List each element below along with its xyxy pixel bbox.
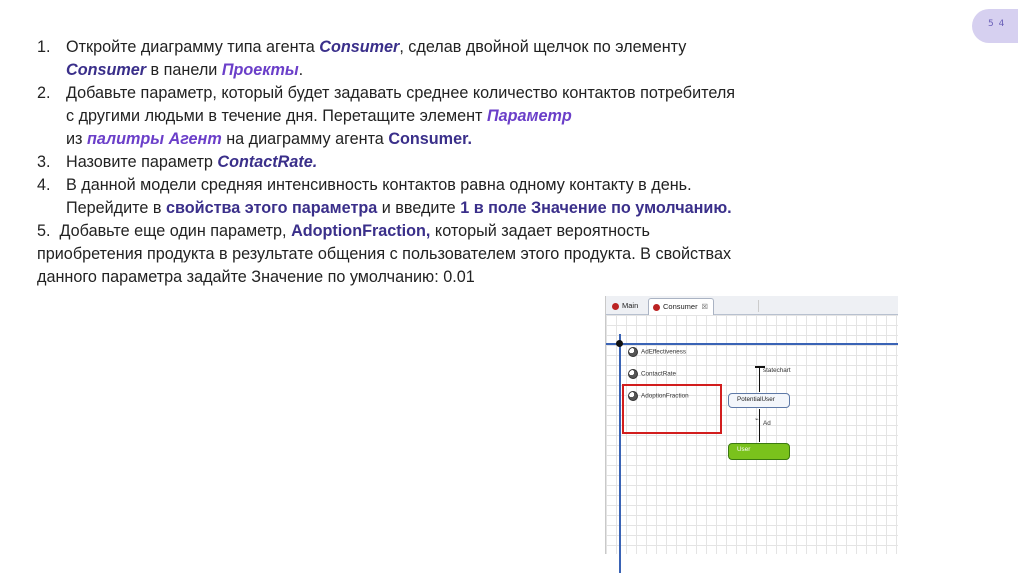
transition-label: Ad — [763, 420, 771, 427]
statechart-label: statechart — [763, 367, 791, 374]
emphasis: AdoptionFraction, — [291, 222, 431, 240]
item-number: 1. — [37, 38, 51, 56]
parameter-icon — [628, 347, 638, 357]
emphasis: 1 в поле Значение по умолчанию. — [460, 199, 732, 217]
emphasis: Consumer — [66, 61, 147, 79]
item-text: . — [298, 61, 304, 79]
divider — [758, 300, 759, 312]
parameter-contact-rate[interactable]: ContactRate — [628, 369, 676, 379]
agent-icon — [653, 303, 660, 311]
list-item: 1. Откройте диаграмму типа агента Consum… — [37, 36, 737, 82]
diagram-canvas[interactable]: AdEffectiveness ContactRate AdoptionFrac… — [606, 315, 898, 573]
item-text: на диаграмму агента — [221, 130, 389, 148]
list-item: 2. Добавьте параметр, который будет зада… — [37, 82, 737, 151]
highlight-box — [622, 384, 722, 434]
emphasis: Consumer — [319, 38, 400, 56]
item-text: , сделав двойной щелчок по элементу — [399, 38, 687, 56]
transition-arrow[interactable] — [759, 409, 760, 442]
emphasis: Параметр — [486, 107, 572, 125]
close-icon[interactable]: ☒ — [702, 304, 708, 311]
emphasis: Проекты — [221, 61, 299, 79]
transition-icon: ⌁ — [755, 417, 759, 423]
axis-horizontal — [606, 343, 898, 345]
origin-dot — [616, 340, 623, 347]
tab-label: Main — [622, 301, 639, 310]
list-item: 3. Назовите параметр ContactRate. — [37, 151, 737, 174]
item-text: из — [66, 130, 87, 148]
item-text: Добавьте параметр, который будет задават… — [66, 84, 736, 125]
list-item: 5. Добавьте еще один параметр, AdoptionF… — [37, 220, 737, 289]
emphasis: палитры Агент — [86, 130, 222, 148]
agent-icon — [612, 302, 619, 310]
emphasis: Consumer. — [388, 130, 472, 148]
list-item: 4. В данной модели средняя интенсивность… — [37, 174, 737, 220]
item-number: 5. — [37, 222, 51, 240]
statechart-arrow — [759, 368, 760, 392]
item-number: 3. — [37, 153, 51, 171]
tab-consumer[interactable]: Consumer ☒ — [648, 298, 714, 315]
emphasis: ContactRate. — [217, 153, 318, 171]
tab-main[interactable]: Main — [608, 298, 648, 314]
page-number: 5 4 — [988, 19, 1006, 29]
item-text: Назовите параметр — [66, 153, 218, 171]
state-user[interactable]: User — [728, 443, 790, 460]
item-text: в панели — [146, 61, 222, 79]
anylogic-screenshot: Main Consumer ☒ AdEffectiveness ContactRa… — [605, 296, 898, 573]
parameter-icon — [628, 369, 638, 379]
item-text: и введите — [377, 199, 461, 217]
axis-vertical — [619, 334, 621, 573]
emphasis: свойства этого параметра — [166, 199, 378, 217]
item-text: Добавьте еще один параметр, — [59, 222, 292, 240]
editor-tab-bar: Main Consumer ☒ — [606, 296, 898, 315]
instructions: 1. Откройте диаграмму типа агента Consum… — [37, 36, 737, 289]
parameter-label: ContactRate — [641, 370, 677, 378]
item-number: 4. — [37, 176, 51, 194]
parameter-label: AdEffectiveness — [641, 348, 687, 356]
tab-label: Consumer — [663, 302, 698, 311]
state-potential-user[interactable]: PotentialUser — [728, 393, 790, 408]
parameter-ad-effectiveness[interactable]: AdEffectiveness — [628, 347, 686, 357]
item-number: 2. — [37, 84, 51, 102]
item-text: Откройте диаграмму типа агента — [66, 38, 320, 56]
